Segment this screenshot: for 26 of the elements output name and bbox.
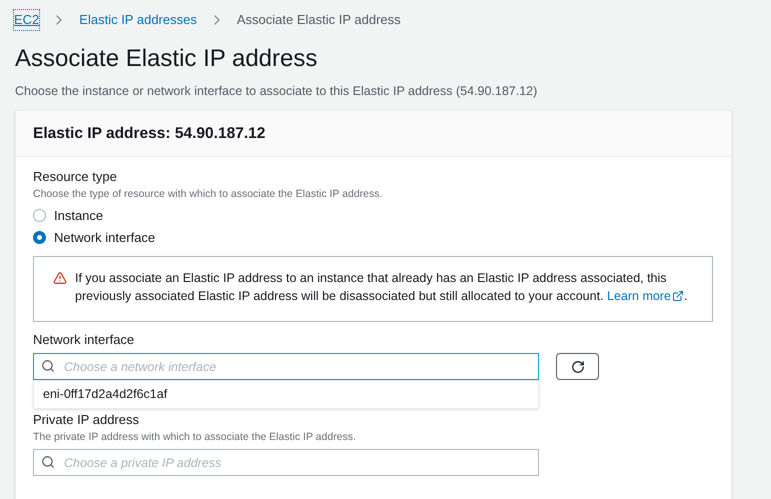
warning-icon bbox=[53, 270, 67, 284]
page-title: Associate Elastic IP address bbox=[14, 44, 318, 74]
search-icon bbox=[41, 455, 55, 470]
field-label: Resource type bbox=[33, 168, 118, 186]
card-title: Elastic IP address: 54.90.187.12 bbox=[33, 124, 266, 144]
page-description: Choose the instance or network interface to associate to this Elastic IP address (54.90.187.12) bbox=[14, 82, 538, 100]
warning-text: If you associate an Elastic IP address to an instance that already has an Elastic IP address associated, this previously associated Elastic IP address will be disassociated but still allocated to your account. Learn more . bbox=[75, 270, 688, 306]
radio-button[interactable] bbox=[33, 208, 46, 222]
private-ip-field[interactable]: Choose a private IP address bbox=[33, 449, 539, 476]
field-label: Private IP address bbox=[33, 411, 140, 429]
learn-more-link[interactable]: Learn more bbox=[607, 286, 684, 304]
network-interface-field[interactable]: Choose a network interface bbox=[33, 353, 539, 380]
field-label: Network interface bbox=[33, 330, 136, 348]
radio-button[interactable] bbox=[33, 231, 46, 244]
search-icon bbox=[41, 359, 55, 373]
breadcrumb-link[interactable]: Elastic IP addresses bbox=[79, 10, 197, 30]
external-link-icon bbox=[672, 290, 684, 302]
refresh-icon bbox=[570, 360, 584, 374]
refresh-button[interactable] bbox=[556, 353, 599, 380]
radio-label[interactable]: Instance bbox=[54, 206, 104, 225]
breadcrumb-link[interactable]: EC2 bbox=[14, 10, 40, 30]
dropdown-option[interactable]: eni-0ff17d2a4d2f6c1af bbox=[34, 384, 538, 405]
field-description: Choose the type of resource with which to associate the Elastic IP address. bbox=[33, 186, 384, 202]
radio-label[interactable]: Network interface bbox=[54, 228, 156, 248]
breadcrumb-current: Associate Elastic IP address bbox=[236, 11, 401, 29]
field-description: The private IP address with which to associate the Elastic IP address. bbox=[33, 430, 357, 444]
